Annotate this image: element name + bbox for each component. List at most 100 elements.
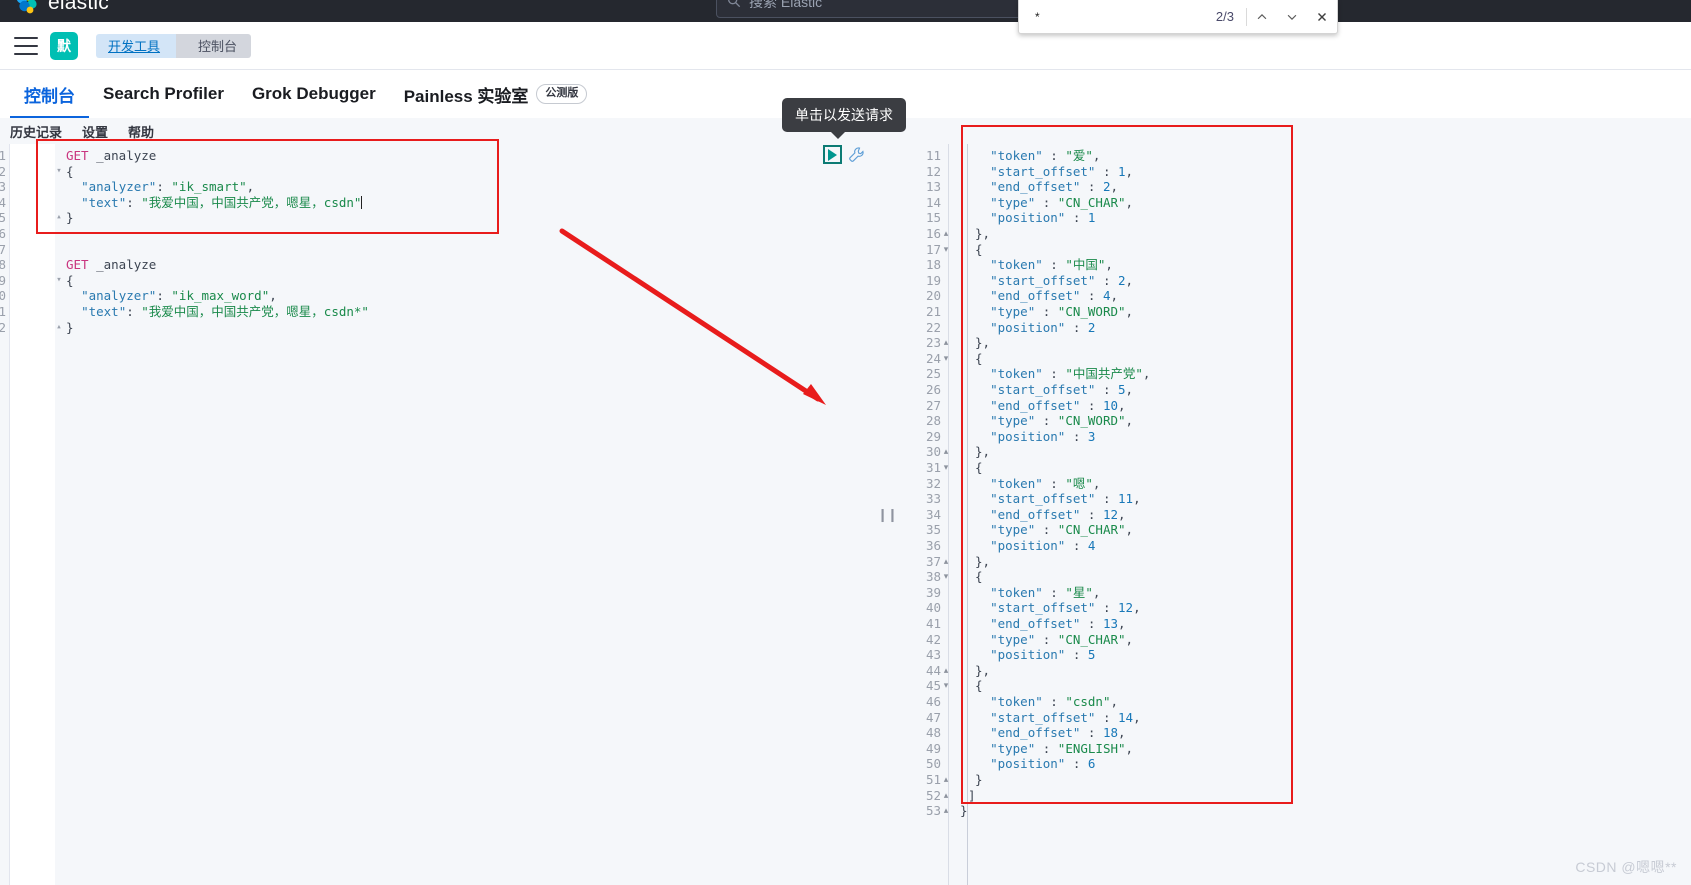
find-next-button[interactable] (1277, 0, 1307, 34)
brand-text: elastic (48, 0, 109, 14)
find-in-page-bar[interactable]: * 2/3 (1018, 0, 1338, 34)
response-line: "type" : "CN_WORD", (990, 413, 1134, 429)
tab-console[interactable]: 控制台 (10, 72, 89, 118)
fold-toggle-icon[interactable]: ▴ (942, 335, 950, 351)
request-editor[interactable]: 1 GET _analyze 2 ▾{3 "analyzer": "ik_smart"… (0, 144, 879, 885)
response-line: }, (975, 335, 991, 351)
line-number: 53 (925, 803, 941, 819)
line-number: 14 (925, 194, 941, 210)
fold-toggle-icon[interactable]: ▾ (942, 351, 950, 367)
line-number: 4 (0, 194, 6, 210)
fold-toggle-icon[interactable]: ▾ (942, 242, 950, 258)
fold-toggle-icon[interactable]: ▴ (54, 320, 64, 336)
line-number: 41 (925, 616, 941, 631)
response-indent-guide (967, 144, 968, 885)
fold-toggle-icon[interactable]: ▾ (942, 569, 950, 585)
line-number: 35 (925, 522, 941, 538)
fold-toggle-icon[interactable]: ▴ (942, 772, 950, 788)
fold-toggle-icon[interactable]: ▾ (54, 273, 64, 289)
fold-toggle-icon[interactable]: ▴ (942, 803, 950, 819)
breadcrumb-item-console[interactable]: 控制台 (176, 33, 252, 58)
submenu-item-history[interactable]: 历史记录 (10, 122, 62, 141)
chevron-up-icon (1257, 13, 1267, 19)
breadcrumb-item-dev-tools[interactable]: 开发工具 (96, 33, 188, 58)
response-line: "position" : 2 (990, 319, 1096, 335)
response-line: }, (975, 226, 991, 241)
tab-search-profiler-label: Search Profiler (103, 84, 224, 103)
response-line: "end_offset" : 2, (990, 179, 1119, 195)
line-number: 11 (925, 148, 941, 163)
line-number: 45 (925, 678, 941, 694)
find-close-button[interactable] (1307, 0, 1337, 34)
line-text: GET _analyze (66, 148, 157, 163)
fold-toggle-icon[interactable]: ▾ (942, 678, 950, 694)
space-badge[interactable]: 默 (50, 31, 78, 60)
console-body: 1 GET _analyze 2 ▾{3 "analyzer": "ik_smart"… (0, 144, 1691, 885)
find-match-count: 2/3 (1215, 9, 1234, 24)
response-line: { (975, 350, 983, 366)
fold-toggle-icon[interactable]: ▾ (942, 460, 950, 476)
response-line: "end_offset" : 18, (990, 725, 1126, 741)
response-line: } (960, 803, 968, 819)
global-search-value: 搜索 Elastic (749, 0, 823, 10)
response-line: { (975, 569, 983, 585)
csdn-watermark: CSDN @嗯嗯** (1575, 859, 1677, 875)
response-line: { (975, 460, 983, 475)
line-number: 12 (0, 319, 6, 335)
line-number: 48 (925, 725, 941, 741)
response-line: ] (968, 787, 976, 803)
line-number: 26 (925, 382, 941, 397)
fold-toggle-icon[interactable]: ▴ (942, 226, 950, 242)
elastic-brand: elastic (14, 0, 109, 16)
send-request-button[interactable] (823, 145, 842, 164)
submenu-item-settings[interactable]: 设置 (82, 122, 108, 141)
request-options-button[interactable] (848, 146, 865, 163)
response-line: "token" : "中国共产党", (990, 366, 1151, 382)
line-number: 12 (925, 163, 941, 179)
tab-search-profiler[interactable]: Search Profiler (89, 72, 238, 118)
response-line: "start_offset" : 12, (990, 600, 1141, 616)
response-line: "type" : "CN_CHAR", (990, 522, 1134, 538)
response-line: "position" : 5 (990, 647, 1096, 663)
tab-painless-lab[interactable]: Painless 实验室 公测版 (390, 72, 602, 118)
tab-grok-debugger[interactable]: Grok Debugger (238, 72, 390, 118)
fold-toggle-icon[interactable]: ▾ (54, 164, 64, 180)
browser-chrome-topbar: elastic 搜索 Elastic (0, 0, 1691, 22)
fold-toggle-icon[interactable]: ▴ (54, 210, 64, 226)
submenu-item-help[interactable]: 帮助 (128, 122, 154, 141)
response-line: "position" : 1 (990, 210, 1096, 226)
fold-toggle-icon[interactable]: ▴ (942, 554, 950, 570)
find-previous-button[interactable] (1247, 0, 1277, 34)
beta-badge: 公测版 (536, 84, 588, 104)
line-number: 13 (925, 179, 941, 195)
line-text: } (66, 319, 74, 335)
fold-toggle-icon[interactable]: ▴ (942, 663, 950, 679)
response-line: "position" : 4 (990, 538, 1096, 553)
line-number: 38 (925, 569, 941, 585)
response-line: "token" : "csdn", (990, 694, 1119, 709)
response-line: { (975, 678, 983, 694)
tab-painless-lab-label: Painless 实验室 (403, 86, 529, 106)
response-line: "token" : "中国", (990, 257, 1113, 273)
response-line: "token" : "星", (990, 584, 1101, 600)
response-line: "start_offset" : 1, (990, 163, 1134, 179)
chevron-down-icon (1287, 14, 1297, 20)
find-input[interactable]: * (1019, 0, 1216, 33)
line-number: 1 (0, 148, 6, 163)
hamburger-menu-icon[interactable] (14, 36, 38, 55)
line-text: "text": "我爱中国，中国共产党，嗯星，csdn" (81, 194, 363, 210)
line-number: 44 (925, 662, 941, 678)
line-number: 5 (0, 210, 6, 226)
kibana-header: 默 开发工具 控制台 (0, 22, 1691, 70)
line-number: 52 (925, 787, 941, 803)
line-number: 15 (925, 210, 941, 226)
drag-handle-icon: ❙❙ (877, 506, 898, 522)
line-number: 42 (925, 631, 941, 647)
response-editor[interactable]: 11 "token" : "爱", 12 "start_offset" : 1, 1… (895, 144, 1691, 885)
line-number: 51 (925, 772, 941, 787)
fold-toggle-icon[interactable]: ▴ (942, 444, 950, 460)
fold-toggle-icon[interactable]: ▴ (942, 788, 950, 804)
pane-splitter[interactable]: ❙❙ (877, 144, 898, 885)
response-line: "end_offset" : 13, (990, 616, 1126, 631)
line-number: 36 (925, 538, 941, 553)
